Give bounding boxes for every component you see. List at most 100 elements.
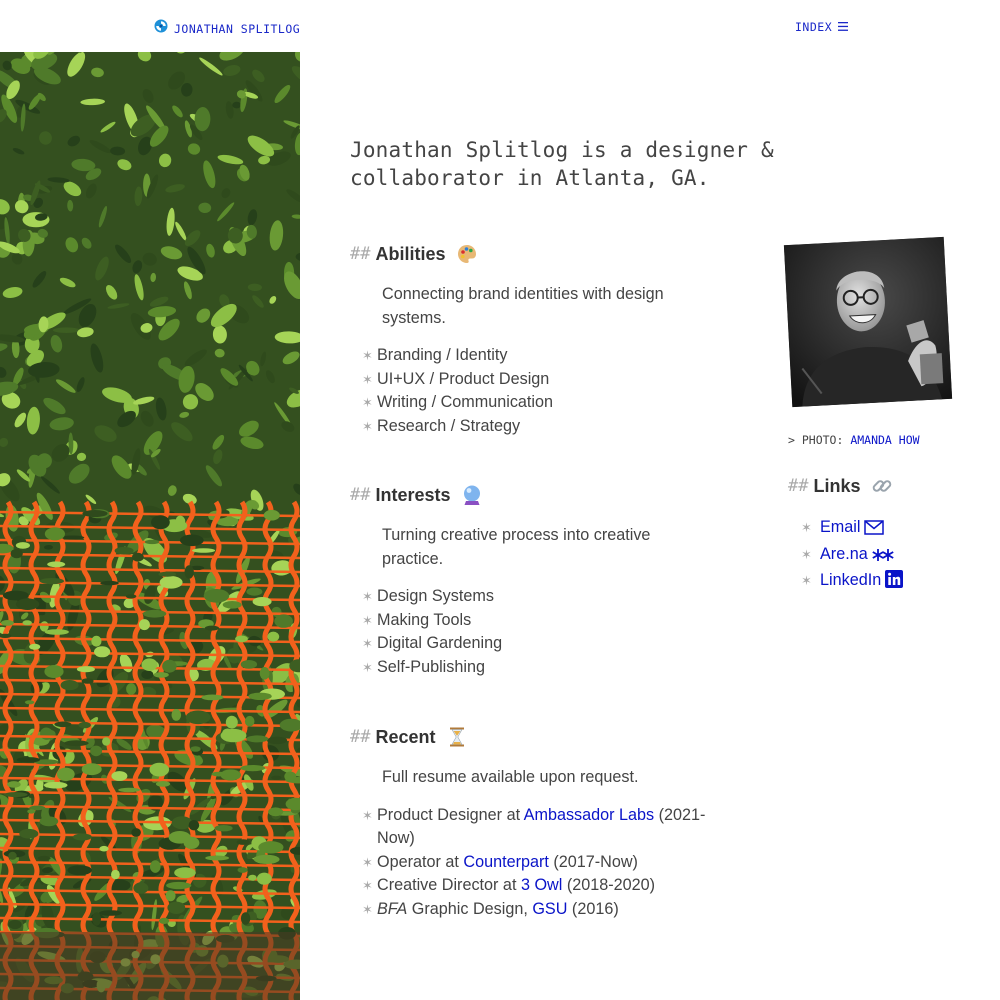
star-bullet-icon: ✶ [801, 546, 812, 562]
links-heading: ## Links [788, 472, 988, 500]
heading-hash: ## [788, 476, 809, 496]
interests-item-label: Self-Publishing [377, 657, 485, 676]
photo-credit-link[interactable]: AMANDA HOW [850, 433, 919, 447]
heading-hash: ## [350, 244, 371, 264]
recent-item-dates: (2018-2020) [562, 876, 656, 894]
recent-item-text: Product Designer at Ambassador Labs (202… [377, 804, 727, 851]
links-list: ✶ Email ✶ Are.na ✶ LinkedIn [788, 516, 988, 596]
recent-item-role: Operator at [377, 852, 464, 871]
links-section: ## Links ✶ Email ✶ Are.na ✶ LinkedIn [788, 472, 988, 596]
abilities-description: Connecting brand identities with design … [382, 285, 664, 327]
star-bullet-icon: ✶ [801, 520, 812, 535]
abilities-item-label: Branding / Identity [377, 346, 508, 364]
arena-asterisk-icon [872, 546, 894, 570]
recent-section: ## Recent Full resume available upon req… [350, 723, 750, 921]
list-item: ✶ Self-Publishing [350, 656, 750, 680]
star-bullet-icon: ✶ [362, 395, 373, 410]
star-bullet-icon: ✶ [362, 371, 373, 387]
recent-item-role: Creative Director at [377, 876, 521, 894]
recent-item-org-link[interactable]: GSU [532, 900, 567, 918]
star-bullet-icon: ✶ [362, 348, 373, 363]
intro-statement: Jonathan Splitlog is a designer & collab… [350, 138, 774, 190]
recent-item-text: Operator at Counterpart (2017-Now) [377, 851, 727, 875]
abilities-item-label: Writing / Communication [377, 393, 554, 411]
palette-icon [456, 243, 478, 265]
recent-item-org-link[interactable]: Ambassador Labs [524, 806, 654, 824]
list-item: ✶ Creative Director at 3 Owl (2018-2020) [350, 874, 750, 898]
hero-photo-foliage-fence [0, 52, 300, 1000]
list-item: ✶ Writing / Communication [350, 391, 750, 415]
recent-heading: ## Recent [350, 723, 750, 751]
abilities-item-label: Research / Strategy [377, 416, 521, 435]
list-item: ✶ Making Tools [350, 609, 750, 633]
star-bullet-icon: ✶ [362, 807, 373, 823]
recent-item-org-link[interactable]: 3 Owl [521, 876, 562, 894]
link-arena[interactable]: Are.na [820, 545, 894, 563]
star-bullet-icon: ✶ [362, 659, 373, 675]
recent-item-degree: BFA [377, 899, 408, 918]
interests-item-label: Making Tools [377, 610, 472, 629]
photo-credit-prefix: > PHOTO: [788, 433, 851, 447]
list-item: ✶ UI+UX / Product Design [350, 368, 750, 392]
link-label: LinkedIn [820, 571, 882, 589]
index-label: INDEX [795, 20, 833, 34]
recent-item-text: Creative Director at 3 Owl (2018-2020) [377, 874, 727, 898]
list-item: ✶ Operator at Counterpart (2017-Now) [350, 851, 750, 875]
interests-description: Turning creative process into creative p… [382, 526, 651, 568]
recent-item-dates: (2016) [567, 899, 619, 918]
site-logo-link[interactable]: JONATHAN SPLITLOG [154, 19, 300, 38]
recent-title: Recent [375, 726, 436, 747]
abilities-item-label: UI+UX / Product Design [377, 369, 550, 388]
recent-list: ✶ Product Designer at Ambassador Labs (20… [350, 804, 750, 922]
links-title: Links [813, 475, 861, 496]
list-item: ✶ Digital Gardening [350, 632, 750, 656]
link-linkedin[interactable]: LinkedIn [820, 570, 904, 589]
star-bullet-icon: ✶ [362, 636, 373, 651]
index-menu-button[interactable]: INDEX [795, 20, 849, 34]
heading-hash: ## [350, 485, 371, 505]
recent-item-dates: (2017-Now) [548, 852, 638, 871]
link-icon [871, 475, 893, 497]
interests-title: Interests [375, 484, 451, 505]
star-bullet-icon: ✶ [362, 589, 373, 604]
interests-item-label: Digital Gardening [377, 634, 503, 652]
swirl-logo-icon [154, 19, 168, 38]
abilities-heading: ## Abilities [350, 240, 750, 268]
envelope-icon [864, 519, 885, 543]
star-bullet-icon: ✶ [362, 418, 373, 434]
heading-hash: ## [350, 727, 371, 747]
interests-heading: ## Interests [350, 481, 750, 509]
interests-list: ✶ Design Systems ✶ Making Tools ✶ Digital Gar… [350, 585, 750, 679]
link-label: Email [820, 518, 861, 536]
hamburger-menu-icon [838, 20, 849, 34]
portrait-photo [783, 236, 953, 408]
list-item: ✶ LinkedIn [788, 569, 988, 596]
recent-item-role: Product Designer at [377, 805, 524, 824]
recent-item-role: Graphic Design, [407, 899, 533, 918]
interests-section: ## Interests Turning creative process in… [350, 481, 750, 679]
star-bullet-icon: ✶ [801, 573, 812, 588]
linkedin-icon [885, 570, 904, 596]
abilities-list: ✶ Branding / Identity ✶ UI+UX / Product Des… [350, 344, 750, 438]
abilities-section: ## Abilities Connecting brand identities… [350, 240, 750, 438]
abilities-title: Abilities [375, 243, 446, 264]
list-item: ✶ Product Designer at Ambassador Labs (20… [350, 804, 750, 851]
list-item: ✶ Research / Strategy [350, 415, 750, 439]
site-header: JONATHAN SPLITLOG INDEX [0, 0, 1000, 52]
list-item: ✶ Design Systems [350, 585, 750, 609]
recent-item-text: BFA Graphic Design, GSU (2016) [377, 898, 727, 922]
site-name: JONATHAN SPLITLOG [174, 21, 301, 36]
star-bullet-icon: ✶ [362, 854, 373, 870]
recent-item-org-link[interactable]: Counterpart [463, 853, 548, 871]
list-item: ✶ Email [788, 516, 988, 543]
recent-description: Full resume available upon request. [382, 768, 639, 786]
list-item: ✶ Are.na [788, 543, 988, 570]
interests-item-label: Design Systems [377, 587, 494, 605]
star-bullet-icon: ✶ [362, 901, 373, 917]
list-item: ✶ BFA Graphic Design, GSU (2016) [350, 898, 750, 922]
star-bullet-icon: ✶ [362, 612, 373, 628]
hourglass-icon [446, 726, 468, 748]
photo-credit: > PHOTO: AMANDA HOW [788, 433, 920, 447]
link-email[interactable]: Email [820, 518, 885, 536]
star-bullet-icon: ✶ [362, 878, 373, 893]
